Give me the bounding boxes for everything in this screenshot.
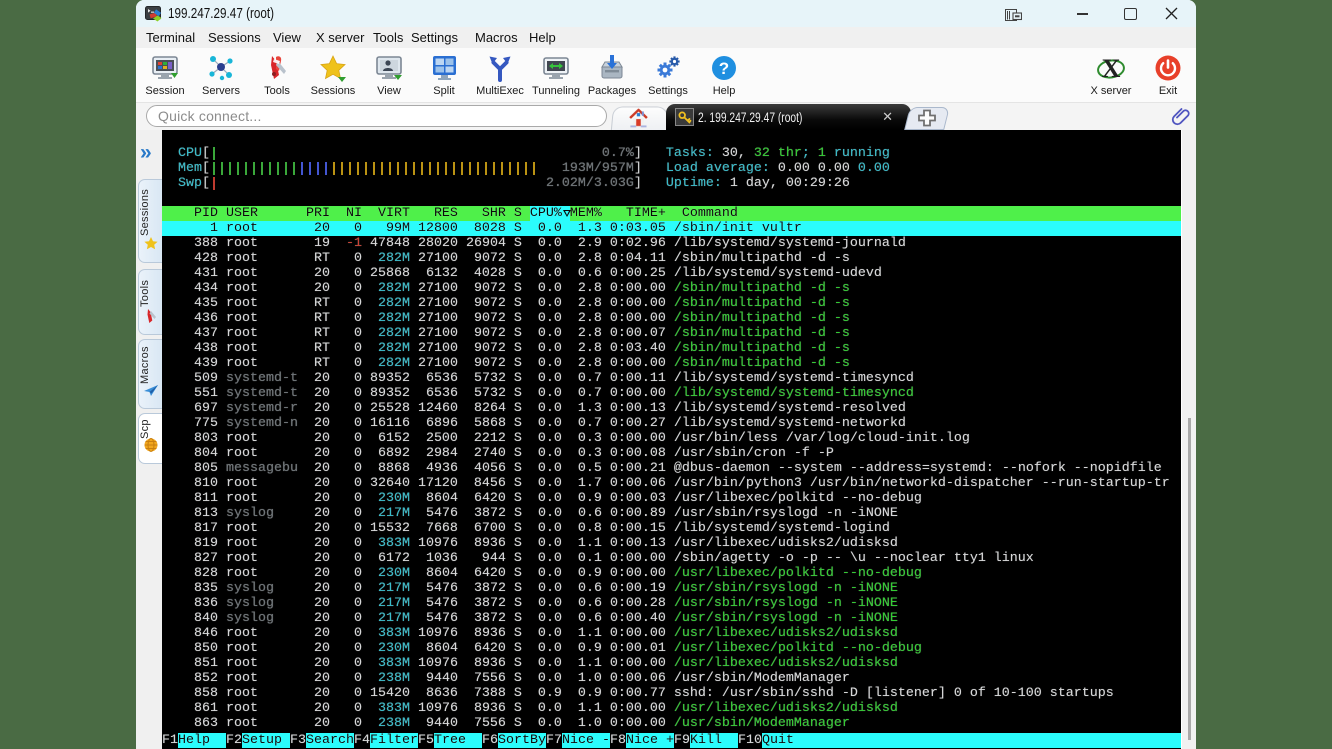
svg-text:?: ?: [719, 59, 729, 78]
svg-text:X: X: [1102, 54, 1121, 83]
